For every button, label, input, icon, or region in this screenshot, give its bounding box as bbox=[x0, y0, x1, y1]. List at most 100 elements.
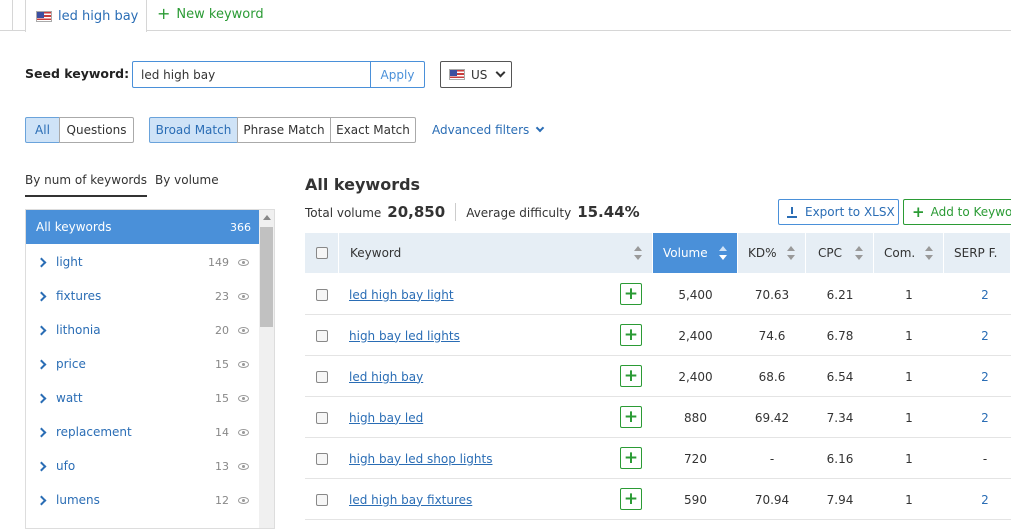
group-item[interactable]: lumens 12 bbox=[26, 483, 259, 517]
column-serp[interactable]: SERP F. bbox=[944, 233, 1011, 273]
row-checkbox-cell bbox=[316, 274, 328, 315]
row-checkbox[interactable] bbox=[316, 370, 328, 383]
tab-bar: led high bay + New keyword bbox=[0, 0, 1011, 32]
kd-cell: - bbox=[769, 451, 775, 466]
cpc-cell: 7.94 bbox=[826, 492, 854, 507]
group-label: lithonia bbox=[56, 323, 101, 337]
eye-icon[interactable] bbox=[238, 394, 249, 402]
filter-questions-button[interactable]: Questions bbox=[59, 117, 134, 143]
eye-icon[interactable] bbox=[238, 462, 249, 470]
com-cell: 1 bbox=[905, 410, 913, 425]
eye-icon[interactable] bbox=[238, 326, 249, 334]
serp-link[interactable]: 2 bbox=[981, 329, 989, 343]
table-row: led high bay + 2,400 68.6 6.54 1 2 bbox=[305, 356, 1011, 397]
eye-icon[interactable] bbox=[238, 360, 249, 368]
column-volume[interactable]: Volume bbox=[653, 233, 738, 273]
serp-link[interactable]: 2 bbox=[981, 370, 989, 384]
export-label: Export to XLSX bbox=[805, 205, 895, 219]
column-keyword-label: Keyword bbox=[350, 246, 402, 260]
group-label: ufo bbox=[56, 459, 76, 473]
keyword-link[interactable]: high bay led shop lights bbox=[349, 452, 493, 466]
add-keyword-button[interactable]: + bbox=[620, 365, 642, 387]
group-all-keywords[interactable]: All keywords 366 bbox=[26, 210, 259, 244]
eye-icon[interactable] bbox=[238, 428, 249, 436]
tab-by-num-keywords[interactable]: By num of keywords bbox=[25, 173, 147, 197]
serp-cell: 2 bbox=[944, 356, 1011, 397]
keyword-link[interactable]: high bay led lights bbox=[349, 329, 460, 343]
keyword-link[interactable]: led high bay fixtures bbox=[349, 493, 472, 507]
phrase-match-button[interactable]: Phrase Match bbox=[237, 117, 331, 143]
column-keyword[interactable]: Keyword bbox=[339, 233, 653, 273]
com-cell: 1 bbox=[905, 328, 913, 343]
row-checkbox[interactable] bbox=[316, 452, 328, 465]
row-checkbox[interactable] bbox=[316, 411, 328, 424]
eye-icon[interactable] bbox=[238, 496, 249, 504]
chevron-right-icon bbox=[36, 495, 47, 505]
serp-link[interactable]: 2 bbox=[981, 288, 989, 302]
exact-match-button[interactable]: Exact Match bbox=[330, 117, 416, 143]
group-item[interactable]: watt 15 bbox=[26, 381, 259, 415]
select-all-checkbox[interactable] bbox=[315, 247, 328, 259]
group-label: light bbox=[56, 255, 83, 269]
row-checkbox[interactable] bbox=[316, 288, 328, 301]
add-keyword-button[interactable]: + bbox=[620, 447, 642, 469]
group-item[interactable]: price 15 bbox=[26, 347, 259, 381]
tab-divider bbox=[12, 0, 13, 31]
advanced-filters-label: Advanced filters bbox=[432, 123, 530, 137]
tab-label: led high bay bbox=[58, 8, 139, 24]
sort-icon bbox=[719, 246, 727, 260]
eye-icon[interactable] bbox=[238, 292, 249, 300]
sort-icon bbox=[634, 246, 642, 260]
serp-link[interactable]: 2 bbox=[981, 493, 989, 507]
add-keyword-button[interactable]: + bbox=[620, 324, 642, 346]
add-keyword-button[interactable]: + bbox=[620, 283, 642, 305]
group-label: All keywords bbox=[36, 220, 112, 234]
keyword-link[interactable]: high bay led bbox=[349, 411, 423, 425]
group-item[interactable]: lithonia 20 bbox=[26, 313, 259, 347]
volume-cell: 880 bbox=[684, 410, 707, 425]
cpc-cell: 6.54 bbox=[826, 369, 854, 384]
row-checkbox[interactable] bbox=[316, 493, 328, 506]
chevron-right-icon bbox=[36, 291, 47, 301]
us-flag-icon bbox=[36, 10, 52, 22]
keyword-link[interactable]: led high bay light bbox=[349, 288, 454, 302]
group-item[interactable]: replacement 14 bbox=[26, 415, 259, 449]
group-count: 13 bbox=[215, 459, 229, 473]
export-xlsx-button[interactable]: Export to XLSX bbox=[778, 199, 899, 225]
kd-cell: 69.42 bbox=[754, 410, 790, 425]
group-item[interactable]: fixtures 23 bbox=[26, 279, 259, 313]
keyword-cell: high bay led lights bbox=[349, 315, 460, 356]
broad-match-button[interactable]: Broad Match bbox=[149, 117, 238, 143]
group-item[interactable]: light 149 bbox=[26, 245, 259, 279]
database-select[interactable]: US bbox=[440, 61, 512, 88]
filter-all-button[interactable]: All bbox=[25, 117, 60, 143]
cpc-cell: 6.16 bbox=[826, 451, 854, 466]
column-cpc[interactable]: CPC bbox=[806, 233, 874, 273]
add-keyword-button[interactable]: + bbox=[620, 488, 642, 510]
seed-keyword-input[interactable]: led high bay bbox=[132, 61, 371, 88]
column-com[interactable]: Com. bbox=[874, 233, 944, 273]
scroll-up-icon[interactable] bbox=[263, 215, 271, 220]
us-flag-icon bbox=[449, 69, 465, 80]
keyword-link[interactable]: led high bay bbox=[349, 370, 423, 384]
table-row: high bay led + 880 69.42 7.34 1 2 bbox=[305, 397, 1011, 438]
group-item[interactable]: ufo 13 bbox=[26, 449, 259, 483]
group-label: lumens bbox=[56, 493, 100, 507]
kd-cell: 68.6 bbox=[758, 369, 786, 384]
serp-link[interactable]: 2 bbox=[981, 411, 989, 425]
column-com-label: Com. bbox=[884, 246, 916, 260]
stats-divider bbox=[455, 203, 457, 221]
eye-icon[interactable] bbox=[238, 258, 249, 266]
scrollbar-thumb[interactable] bbox=[260, 227, 273, 327]
new-keyword-tab[interactable]: + New keyword bbox=[157, 6, 264, 22]
volume-cell: 720 bbox=[684, 451, 707, 466]
tab-led-high-bay[interactable]: led high bay bbox=[25, 0, 147, 32]
apply-button[interactable]: Apply bbox=[370, 61, 425, 88]
column-kd[interactable]: KD% bbox=[738, 233, 806, 273]
add-keyword-button[interactable]: + bbox=[620, 406, 642, 428]
tab-by-volume[interactable]: By volume bbox=[155, 173, 219, 187]
add-to-keyword-button[interactable]: + Add to Keyword bbox=[903, 199, 1011, 225]
advanced-filters-link[interactable]: Advanced filters bbox=[432, 123, 545, 137]
row-checkbox[interactable] bbox=[316, 329, 328, 342]
chevron-down-icon bbox=[536, 123, 545, 133]
